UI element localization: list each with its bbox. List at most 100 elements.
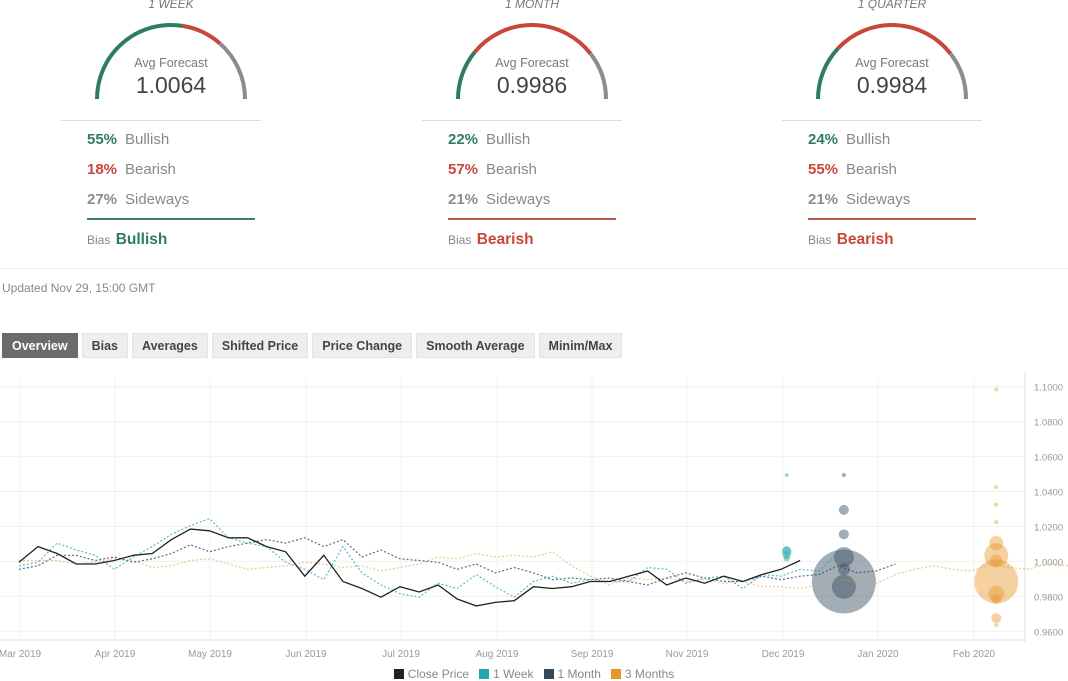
sideways-row: 27% Sideways <box>87 191 189 208</box>
avg-forecast-label: Avg Forecast <box>855 56 929 70</box>
x-tick-label: Sep 2019 <box>571 649 614 660</box>
forecast-bubble <box>831 574 856 599</box>
tab-bias[interactable]: Bias <box>81 333 128 358</box>
sideways-row: 21% Sideways <box>448 191 550 208</box>
bearish-percent: 57% <box>448 161 479 178</box>
x-tick-label: Apr 2019 <box>95 649 136 660</box>
sideways-percent: 21% <box>808 191 839 208</box>
bias-summary: Bias Bearish <box>448 231 534 249</box>
sideways-percent: 21% <box>448 191 479 208</box>
series-line-3-months <box>19 551 1068 590</box>
y-tick-label: 1.0200 <box>1034 522 1063 533</box>
tab-overview[interactable]: Overview <box>2 333 78 358</box>
tab-minim-max[interactable]: Minim/Max <box>538 333 623 358</box>
bearish-row: 18% Bearish <box>87 161 176 178</box>
avg-forecast-value: 0.9984 <box>856 72 928 98</box>
bearish-label: Bearish <box>846 161 897 178</box>
bearish-label: Bearish <box>125 161 176 178</box>
chart-tabs: Overview Bias Averages Shifted Price Price C… <box>2 333 623 358</box>
chart-legend: Close Price 1 Week 1 Month 3 Months <box>0 667 1068 681</box>
bias-summary: Bias Bearish <box>808 231 894 249</box>
forecast-bubble <box>994 623 999 628</box>
tab-averages[interactable]: Averages <box>132 333 208 358</box>
updated-timestamp: Updated Nov 29, 15:00 GMT <box>2 281 156 295</box>
bearish-percent: 55% <box>808 161 839 178</box>
forecast-bubble <box>989 536 1004 551</box>
y-tick-label: 1.0000 <box>1034 557 1063 568</box>
bullish-label: Bullish <box>125 131 170 148</box>
avg-forecast-value: 0.9986 <box>496 72 568 98</box>
bias-value: Bearish <box>476 231 534 248</box>
bullish-percent: 55% <box>87 131 118 148</box>
bullish-percent: 24% <box>808 131 839 148</box>
bias-value: Bullish <box>115 231 168 248</box>
bearish-row: 57% Bearish <box>448 161 537 178</box>
forecast-bubble <box>838 529 849 540</box>
bullish-percent: 22% <box>448 131 479 148</box>
bullish-row: 55% Bullish <box>87 131 169 148</box>
panel-divider <box>61 120 261 121</box>
y-tick-label: 0.9600 <box>1034 627 1063 638</box>
bias-label: Bias <box>448 233 472 247</box>
bias-underline <box>87 218 255 220</box>
forecast-bubble <box>838 504 849 515</box>
bias-value: Bearish <box>836 231 894 248</box>
tab-shifted-price[interactable]: Shifted Price <box>211 333 309 358</box>
bias-summary: Bias Bullish <box>87 231 167 249</box>
legend-item[interactable]: 1 Week <box>479 667 534 681</box>
bullish-label: Bullish <box>486 131 531 148</box>
gauge-bearish-arc <box>182 23 222 46</box>
forecast-bubble <box>994 502 999 507</box>
tab-price-change[interactable]: Price Change <box>312 333 413 358</box>
legend-label: 1 Month <box>557 667 601 681</box>
x-tick-label: May 2019 <box>188 649 232 660</box>
bullish-row: 24% Bullish <box>808 131 890 148</box>
legend-swatch <box>543 669 554 679</box>
bullish-row: 22% Bullish <box>448 131 530 148</box>
legend-label: 1 Week <box>493 667 534 681</box>
panel-divider <box>782 120 982 121</box>
bearish-label: Bearish <box>486 161 537 178</box>
y-tick-label: 1.1000 <box>1034 383 1063 394</box>
avg-forecast-label: Avg Forecast <box>134 56 208 70</box>
y-tick-label: 1.0400 <box>1034 488 1063 499</box>
forecast-bubble <box>837 563 850 576</box>
x-tick-label: Dec 2019 <box>762 649 805 660</box>
gauge-bearish-arc <box>473 23 593 55</box>
legend-item[interactable]: Close Price <box>393 667 469 681</box>
x-tick-label: Nov 2019 <box>666 649 709 660</box>
bias-underline <box>808 218 976 220</box>
x-tick-label: Mar 2019 <box>0 649 42 660</box>
bearish-percent: 18% <box>87 161 118 178</box>
sideways-label: Sideways <box>846 191 911 208</box>
x-tick-label: Jan 2020 <box>857 649 899 660</box>
y-tick-label: 0.9800 <box>1034 592 1063 603</box>
x-tick-label: Aug 2019 <box>476 649 519 660</box>
legend-item[interactable]: 3 Months <box>610 667 675 681</box>
forecast-bubble <box>783 555 790 562</box>
legend-swatch <box>479 669 490 679</box>
legend-item[interactable]: 1 Month <box>543 667 601 681</box>
x-tick-label: Jul 2019 <box>382 649 420 660</box>
series-line-1-week <box>18 517 839 598</box>
y-tick-label: 1.0800 <box>1034 418 1063 429</box>
y-tick-label: 1.0600 <box>1034 453 1063 464</box>
sideways-percent: 27% <box>87 191 118 208</box>
sideways-label: Sideways <box>486 191 551 208</box>
bias-label: Bias <box>87 233 111 247</box>
forecast-period: 1 QUARTER <box>857 0 927 11</box>
bullish-label: Bullish <box>846 131 891 148</box>
forecast-chart: 1.1000 1.0800 1.0600 1.0400 1.0200 1.0000 0.98… <box>0 372 1068 660</box>
x-tick-label: Feb 2020 <box>953 649 996 660</box>
gauge-bearish-arc <box>836 23 953 55</box>
legend-label: 3 Months <box>624 667 675 681</box>
avg-forecast-label: Avg Forecast <box>495 56 569 70</box>
series-line-close-price <box>18 528 801 607</box>
forecast-period: 1 WEEK <box>148 0 194 11</box>
sideways-label: Sideways <box>125 191 190 208</box>
tab-smooth-average[interactable]: Smooth Average <box>416 333 535 358</box>
forecast-bubble <box>991 593 1002 604</box>
legend-swatch <box>393 669 404 679</box>
bias-label: Bias <box>808 233 832 247</box>
bias-underline <box>448 218 616 220</box>
